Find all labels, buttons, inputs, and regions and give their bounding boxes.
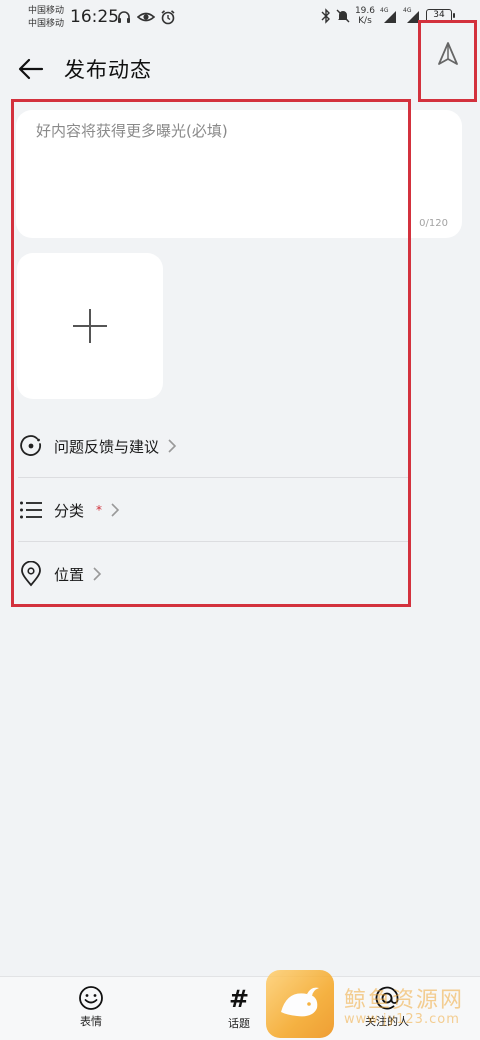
chevron-right-icon xyxy=(92,566,102,582)
status-bar: 中国移动 中国移动 16:25 19.6 K/s 4G 4G 34 xyxy=(0,0,480,36)
mention-button[interactable]: 关注的人 xyxy=(347,985,427,1029)
char-counter: 0/120 xyxy=(419,218,448,229)
feedback-icon xyxy=(18,433,44,459)
send-icon xyxy=(437,42,458,65)
option-category[interactable]: 分类 * xyxy=(18,478,408,542)
app-header: 发布动态 xyxy=(0,44,480,92)
publish-button[interactable] xyxy=(418,20,477,102)
carrier-1: 中国移动 xyxy=(28,6,65,16)
emoji-label: 表情 xyxy=(80,1015,102,1028)
topic-label: 话题 xyxy=(228,1017,250,1030)
mute-bell-icon xyxy=(336,9,350,23)
option-category-label: 分类 xyxy=(54,501,85,520)
back-button[interactable] xyxy=(14,52,48,86)
emoji-button[interactable]: 表情 xyxy=(51,985,131,1029)
network-speed: 19.6 K/s xyxy=(354,6,375,26)
option-feedback[interactable]: 问题反馈与建议 xyxy=(18,414,408,478)
eye-icon xyxy=(137,12,155,22)
content-input[interactable] xyxy=(36,120,436,210)
add-image-button[interactable] xyxy=(17,253,163,399)
list-icon xyxy=(18,497,44,523)
page-title: 发布动态 xyxy=(64,58,152,82)
signal-1-icon: 4G xyxy=(380,7,398,24)
location-pin-icon xyxy=(18,561,44,587)
clock: 16:25 xyxy=(70,7,119,27)
carrier-2: 中国移动 xyxy=(28,19,65,29)
chevron-right-icon xyxy=(110,502,120,518)
option-location-label: 位置 xyxy=(54,565,85,584)
chevron-right-icon xyxy=(167,438,177,454)
alarm-icon xyxy=(161,10,175,25)
headphones-icon xyxy=(118,11,130,23)
plus-icon xyxy=(73,309,107,343)
compose-card: 0/120 xyxy=(16,110,462,238)
option-feedback-label: 问题反馈与建议 xyxy=(54,437,160,456)
at-icon xyxy=(375,986,399,1010)
option-location[interactable]: 位置 xyxy=(18,542,408,606)
carrier-info: 中国移动 中国移动 xyxy=(28,5,64,31)
mention-label: 关注的人 xyxy=(365,1015,409,1028)
required-mark: * xyxy=(96,503,103,517)
hashtag-icon: # xyxy=(228,985,250,1013)
bottom-toolbar: 表情 # 话题 关注的人 xyxy=(0,976,480,1040)
back-arrow-icon xyxy=(18,58,44,80)
emoji-icon xyxy=(79,986,103,1010)
bluetooth-icon xyxy=(321,8,330,24)
topic-button[interactable]: # 话题 xyxy=(199,985,279,1031)
